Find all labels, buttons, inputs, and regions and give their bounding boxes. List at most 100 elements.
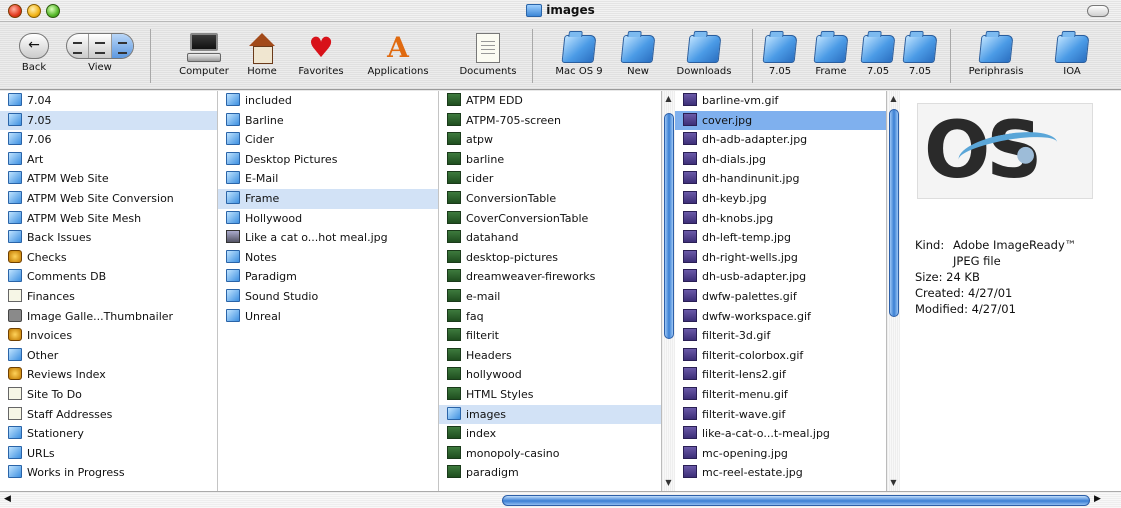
toolbar-favorites[interactable]: ♥ Favorites: [292, 27, 350, 78]
column-4-scrollbar[interactable]: ▲ ▼: [886, 91, 900, 491]
horizontal-scroll-thumb[interactable]: [502, 495, 1090, 506]
list-item[interactable]: ATPM-705-screen: [439, 111, 661, 131]
list-item[interactable]: cover.jpg: [675, 110, 886, 131]
column-2[interactable]: included Barline Cider Desktop Pictures E-Ma…: [218, 91, 439, 491]
list-item[interactable]: like-a-cat-o...t-meal.jpg: [675, 424, 886, 444]
list-item[interactable]: images: [439, 404, 661, 425]
list-item[interactable]: dreamweaver-fireworks: [439, 267, 661, 287]
toolbar-folder-frame[interactable]: Frame: [806, 27, 856, 77]
list-item[interactable]: Reviews Index: [0, 365, 217, 385]
toolbar-home[interactable]: Home: [238, 27, 286, 77]
list-item[interactable]: HTML Styles: [439, 385, 661, 405]
list-item[interactable]: Stationery: [0, 424, 217, 444]
toolbar-folder-7-05-b[interactable]: 7.05: [858, 27, 898, 77]
list-item[interactable]: Comments DB: [0, 267, 217, 287]
list-item[interactable]: Invoices: [0, 326, 217, 346]
scroll-up-arrow-icon[interactable]: ▲: [887, 93, 900, 105]
scroll-thumb[interactable]: [664, 113, 674, 339]
toolbar-folder-new[interactable]: New: [616, 27, 660, 77]
column-4[interactable]: barline-vm.gif cover.jpg dh-adb-adapter.jp…: [675, 91, 886, 491]
column-1[interactable]: 7.04 7.05 7.06 Art ATPM Web Site ATPM Web Sit…: [0, 91, 218, 491]
list-item[interactable]: filterit: [439, 326, 661, 346]
toolbar-folder-ioa[interactable]: IOA: [1050, 27, 1094, 77]
list-item[interactable]: included: [218, 91, 438, 111]
list-item[interactable]: dwfw-workspace.gif: [675, 307, 886, 327]
list-item[interactable]: Desktop Pictures: [218, 150, 438, 170]
list-item[interactable]: Site To Do: [0, 385, 217, 405]
list-item[interactable]: Finances: [0, 287, 217, 307]
list-item[interactable]: dh-dials.jpg: [675, 150, 886, 170]
toolbar-folder-mac-os-9[interactable]: Mac OS 9: [546, 27, 612, 77]
scroll-down-arrow-icon[interactable]: ▼: [887, 477, 900, 489]
list-item[interactable]: dh-adb-adapter.jpg: [675, 130, 886, 150]
list-item[interactable]: dh-usb-adapter.jpg: [675, 267, 886, 287]
list-item[interactable]: dh-knobs.jpg: [675, 209, 886, 229]
list-item[interactable]: dwfw-palettes.gif: [675, 287, 886, 307]
list-item[interactable]: mc-opening.jpg: [675, 444, 886, 464]
list-item[interactable]: Hollywood: [218, 209, 438, 229]
list-item[interactable]: URLs: [0, 444, 217, 464]
view-mode-icons[interactable]: [66, 33, 134, 59]
list-item[interactable]: dh-keyb.jpg: [675, 189, 886, 209]
scroll-left-arrow-icon[interactable]: ◀: [4, 494, 11, 504]
list-item[interactable]: cider: [439, 169, 661, 189]
toolbar-folder-7-05-c[interactable]: 7.05: [900, 27, 940, 77]
list-item[interactable]: Notes: [218, 248, 438, 268]
horizontal-scrollbar[interactable]: ◀ ▶: [0, 491, 1121, 508]
back-button[interactable]: Back: [14, 27, 54, 73]
scroll-down-arrow-icon[interactable]: ▼: [662, 477, 675, 489]
list-item[interactable]: filterit-3d.gif: [675, 326, 886, 346]
list-item[interactable]: Works in Progress: [0, 463, 217, 483]
view-switcher[interactable]: View: [62, 27, 138, 73]
list-item[interactable]: dh-left-temp.jpg: [675, 228, 886, 248]
column-3[interactable]: ATPM EDD ATPM-705-screen atpw barline cider C…: [439, 91, 661, 491]
list-item[interactable]: Back Issues: [0, 228, 217, 248]
list-item[interactable]: mc-reel-estate.jpg: [675, 463, 886, 483]
list-item[interactable]: ATPM EDD: [439, 91, 661, 111]
list-item[interactable]: ATPM Web Site Conversion: [0, 189, 217, 209]
scroll-right-arrow-icon[interactable]: ▶: [1094, 494, 1101, 504]
list-item[interactable]: Headers: [439, 346, 661, 366]
list-item[interactable]: Frame: [218, 188, 438, 209]
list-item[interactable]: Sound Studio: [218, 287, 438, 307]
toolbar-folder-downloads[interactable]: Downloads: [664, 27, 744, 77]
list-item[interactable]: faq: [439, 307, 661, 327]
scroll-up-arrow-icon[interactable]: ▲: [662, 93, 675, 105]
list-item[interactable]: Cider: [218, 130, 438, 150]
list-item[interactable]: Checks: [0, 248, 217, 268]
list-item[interactable]: ATPM Web Site: [0, 169, 217, 189]
list-item[interactable]: E-Mail: [218, 169, 438, 189]
list-item[interactable]: e-mail: [439, 287, 661, 307]
list-item[interactable]: filterit-wave.gif: [675, 405, 886, 425]
title-bar[interactable]: images: [0, 0, 1121, 22]
list-item[interactable]: Other: [0, 346, 217, 366]
list-item[interactable]: dh-handinunit.jpg: [675, 169, 886, 189]
list-item[interactable]: Unreal: [218, 307, 438, 327]
list-item[interactable]: hollywood: [439, 365, 661, 385]
list-item[interactable]: CoverConversionTable: [439, 209, 661, 229]
list-item[interactable]: 7.05: [0, 110, 217, 131]
list-item[interactable]: atpw: [439, 130, 661, 150]
toolbar-applications[interactable]: A Applications: [352, 27, 444, 78]
list-item[interactable]: Barline: [218, 111, 438, 131]
scroll-thumb[interactable]: [889, 109, 899, 317]
toolbar-folder-periphrasis[interactable]: Periphrasis: [960, 27, 1032, 77]
list-item[interactable]: index: [439, 424, 661, 444]
list-item[interactable]: filterit-menu.gif: [675, 385, 886, 405]
list-item[interactable]: Paradigm: [218, 267, 438, 287]
list-item[interactable]: ConversionTable: [439, 189, 661, 209]
toolbar-folder-7-05-a[interactable]: 7.05: [760, 27, 800, 77]
toolbar-toggle-button[interactable]: [1087, 5, 1109, 17]
list-item[interactable]: dh-right-wells.jpg: [675, 248, 886, 268]
list-item[interactable]: barline-vm.gif: [675, 91, 886, 111]
list-item[interactable]: monopoly-casino: [439, 444, 661, 464]
list-item[interactable]: 7.04: [0, 91, 217, 111]
list-item[interactable]: Image Galle...Thumbnailer: [0, 307, 217, 327]
list-item[interactable]: 7.06: [0, 130, 217, 150]
list-item[interactable]: desktop-pictures: [439, 248, 661, 268]
list-item[interactable]: Art: [0, 150, 217, 170]
list-item[interactable]: filterit-lens2.gif: [675, 365, 886, 385]
toolbar-documents[interactable]: Documents: [450, 27, 526, 77]
list-item[interactable]: barline: [439, 150, 661, 170]
list-item[interactable]: datahand: [439, 228, 661, 248]
